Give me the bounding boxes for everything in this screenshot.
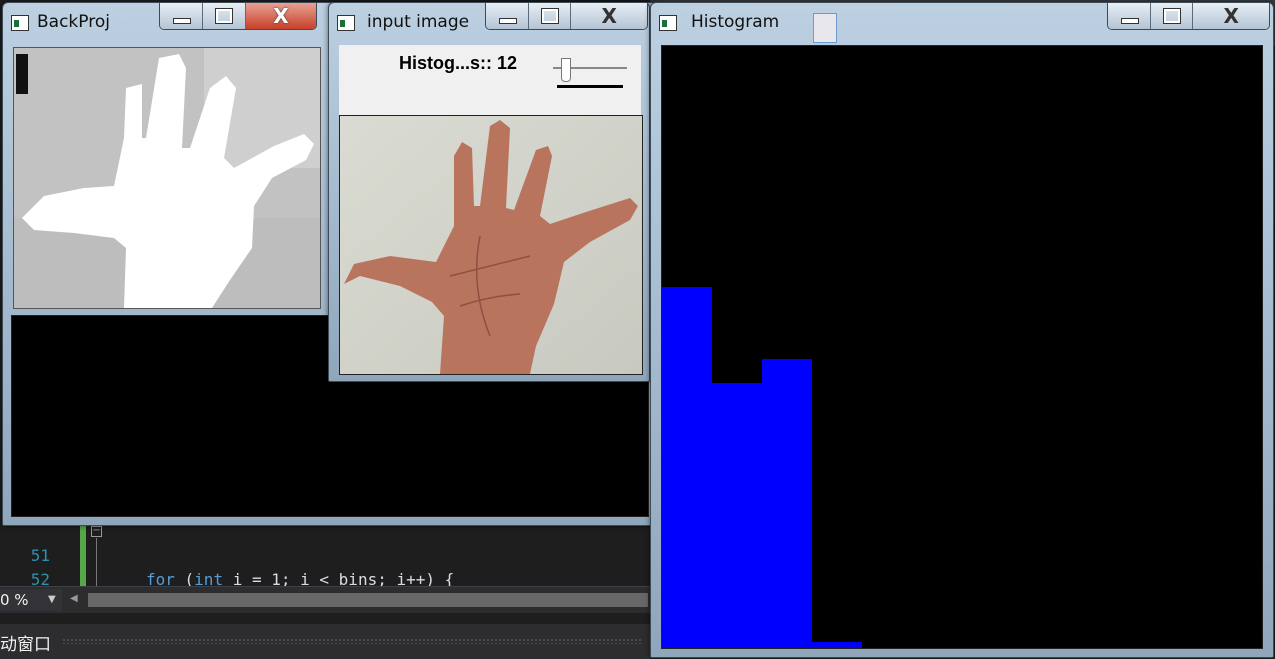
horizontal-scrollbar[interactable] <box>88 593 648 607</box>
change-indicator-bar <box>80 518 86 586</box>
bins-slider[interactable] <box>553 57 627 91</box>
code-line: 53 Point((i - 1)*bin_w, hist_h - cvRound… <box>0 568 650 586</box>
caption-buttons: X <box>485 3 648 30</box>
close-button[interactable]: X <box>1192 3 1269 29</box>
histogram-canvas <box>661 45 1263 649</box>
histogram-window[interactable]: Histogram X <box>650 2 1274 658</box>
close-icon: X <box>273 4 289 28</box>
zoom-dropdown[interactable]: 0 % ▼ <box>0 589 62 611</box>
close-icon: X <box>1223 4 1239 28</box>
close-button[interactable]: X <box>245 3 316 29</box>
app-icon <box>659 15 677 31</box>
maximize-icon <box>1162 8 1181 24</box>
window-title: input image <box>367 12 470 32</box>
zoom-level: 0 % <box>0 591 29 609</box>
minimize-icon <box>173 18 191 24</box>
input-image <box>339 115 643 375</box>
maximize-icon <box>540 8 559 24</box>
histogram-bar <box>712 383 762 648</box>
minimize-button[interactable] <box>1108 3 1150 29</box>
caption-buttons: X <box>159 3 317 30</box>
app-icon <box>337 15 355 31</box>
maximize-icon <box>215 8 233 24</box>
scroll-left-icon[interactable]: ◀ <box>70 593 78 604</box>
collapse-icon[interactable]: − <box>91 526 102 537</box>
minimize-button[interactable] <box>160 3 202 29</box>
histogram-bar <box>762 359 812 648</box>
minimize-button[interactable] <box>486 3 528 29</box>
editor-status-bar: 0 % ▼ ◀ <box>0 586 650 613</box>
caption-buttons: X <box>1107 3 1270 30</box>
minimize-icon <box>1121 18 1139 24</box>
close-icon: X <box>601 4 617 28</box>
histogram-bar <box>812 642 862 648</box>
input-image-window[interactable]: input image X Histog...s:: 12 <box>328 2 650 382</box>
chevron-down-icon: ▼ <box>48 594 56 605</box>
panel-title: 动窗口 <box>0 635 51 655</box>
code-line: 52 rectangle(histimage, <box>0 544 650 586</box>
trackbar-panel: Histog...s:: 12 <box>339 45 641 115</box>
maximize-button[interactable] <box>1149 3 1193 29</box>
close-button[interactable]: X <box>570 3 647 29</box>
backproj-image <box>13 47 321 309</box>
combo-box[interactable] <box>813 13 837 43</box>
panel-grip[interactable] <box>62 638 642 644</box>
slider-thumb[interactable] <box>561 58 571 82</box>
maximize-button[interactable] <box>527 3 571 29</box>
maximize-button[interactable] <box>202 3 245 29</box>
bottom-panel-header: 动窗口 <box>0 624 650 659</box>
histogram-bar <box>662 287 712 648</box>
fold-guide-line <box>96 538 97 586</box>
minimize-icon <box>499 18 517 24</box>
trackbar-label: Histog...s:: 12 <box>399 53 518 73</box>
hand-photo <box>340 116 642 374</box>
window-title: BackProj <box>37 12 110 32</box>
app-icon <box>11 15 29 31</box>
slider-underline <box>557 85 623 88</box>
window-title: Histogram <box>691 12 780 32</box>
hand-mask <box>14 48 320 308</box>
